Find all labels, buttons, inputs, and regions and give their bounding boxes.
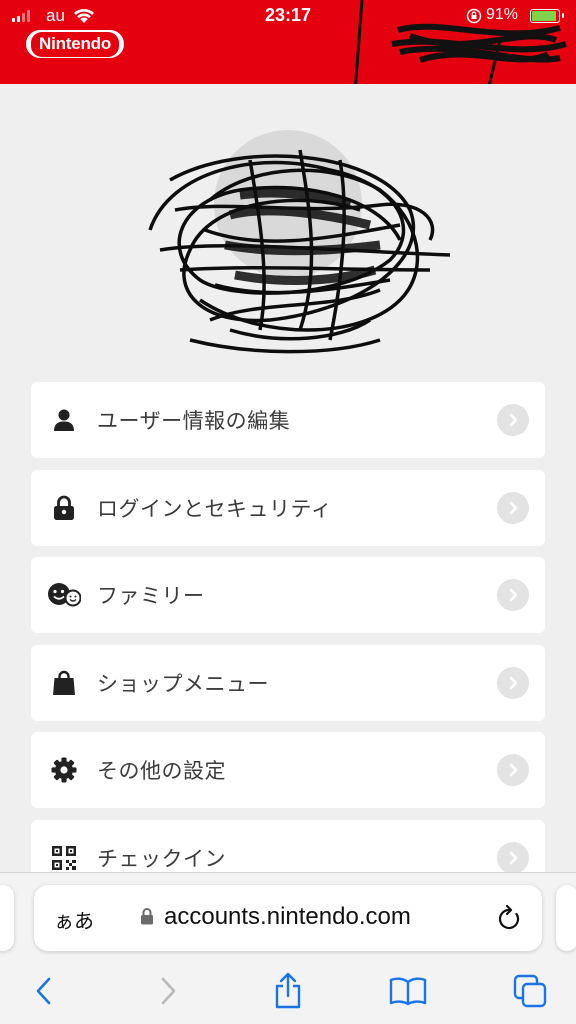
- menu-item-edit-user-info[interactable]: ユーザー情報の編集: [31, 382, 545, 458]
- back-icon[interactable]: [24, 971, 64, 1011]
- menu-item-label: ログインとセキュリティ: [97, 496, 333, 521]
- address-bar[interactable]: ぁあ accounts.nintendo.com: [34, 885, 542, 951]
- gear-icon: [51, 756, 77, 784]
- forward-icon[interactable]: [148, 971, 188, 1011]
- battery-percent: 91%: [486, 6, 519, 23]
- menu-item-login-security[interactable]: ログインとセキュリティ: [31, 469, 545, 546]
- status-bar: au 23:17 91%: [0, 0, 576, 34]
- chevron-right-icon: [497, 841, 529, 874]
- person-icon: [51, 406, 77, 434]
- username-label: [188, 318, 388, 352]
- chevron-right-icon: [497, 404, 529, 436]
- browser-toolbar: [0, 971, 576, 1011]
- battery-icon: [530, 9, 564, 23]
- bookmarks-icon[interactable]: [388, 971, 428, 1011]
- share-icon[interactable]: [268, 971, 308, 1011]
- menu-item-label: ショップメニュー: [97, 671, 269, 696]
- reload-icon[interactable]: [496, 904, 522, 936]
- previous-tab-preview[interactable]: [0, 885, 14, 951]
- menu-item-label: チェックイン: [97, 846, 226, 871]
- tabs-icon[interactable]: [510, 971, 550, 1011]
- menu-item-label: その他の設定: [97, 759, 226, 783]
- menu-item-label: ユーザー情報の編集: [97, 409, 291, 433]
- shopping-bag-icon: [51, 669, 77, 697]
- chevron-right-icon: [497, 754, 529, 786]
- browser-chrome: ぁあ accounts.nintendo.com: [0, 872, 576, 1024]
- next-tab-preview[interactable]: [556, 885, 576, 951]
- account-menu: ユーザー情報の編集 ログインとセキュリティ ファミリー ショップメニュー その他…: [31, 382, 545, 907]
- menu-item-shop-menu[interactable]: ショップメニュー: [31, 644, 545, 721]
- nintendo-logo[interactable]: Nintendo: [26, 30, 125, 58]
- url-text[interactable]: accounts.nintendo.com: [164, 903, 411, 931]
- text-size-button[interactable]: ぁあ: [54, 905, 94, 934]
- qr-code-icon: [51, 844, 77, 872]
- orientation-lock-icon: [466, 8, 482, 29]
- chevron-right-icon: [497, 579, 529, 611]
- logo-text: Nintendo: [31, 31, 120, 57]
- site-header: au 23:17 91% Nintendo: [0, 0, 576, 84]
- menu-item-label: ファミリー: [97, 584, 205, 608]
- lock-icon: [51, 494, 77, 522]
- chevron-right-icon: [497, 491, 529, 524]
- chevron-right-icon: [497, 666, 529, 699]
- padlock-icon: [140, 907, 154, 929]
- menu-item-family[interactable]: ファミリー: [31, 557, 545, 633]
- menu-item-other-settings[interactable]: その他の設定: [31, 732, 545, 808]
- user-avatar: [214, 130, 362, 278]
- family-icon: [47, 581, 81, 609]
